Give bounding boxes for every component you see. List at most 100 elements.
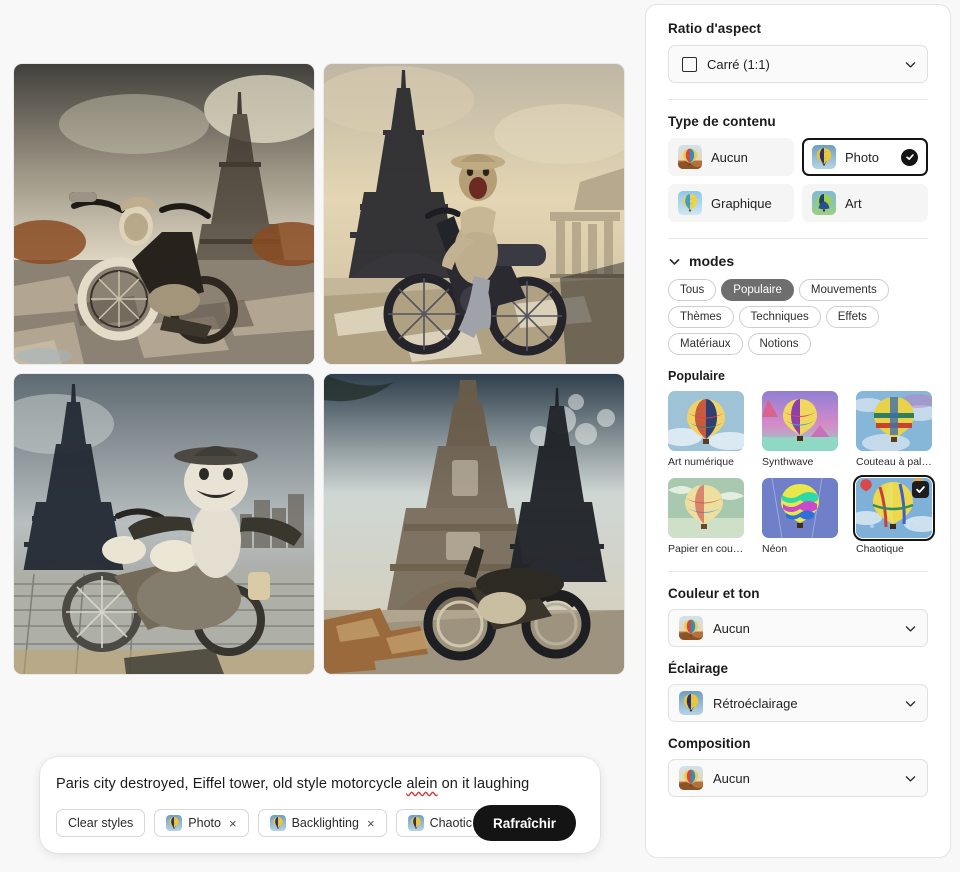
lighting-field: Éclairage Rétroéclairage bbox=[668, 661, 928, 722]
settings-panel: Ratio d'aspect Carré (1:1) Type de conte… bbox=[645, 4, 951, 858]
mode-filter-pills: Tous Populaire Mouvements Thèmes Techniq… bbox=[668, 279, 928, 355]
style-chip-photo[interactable]: Photo × bbox=[154, 809, 249, 837]
mode-pill-techniques[interactable]: Techniques bbox=[738, 306, 821, 328]
style-card-couteau-a-palette[interactable]: Couteau à pale... bbox=[856, 391, 932, 468]
balloon-graphique-icon bbox=[678, 191, 702, 215]
refresh-button[interactable]: Rafraîchir bbox=[472, 805, 576, 841]
balloon-photo-icon bbox=[812, 145, 836, 169]
prompt-bar: Paris city destroyed, Eiffel tower, old … bbox=[40, 757, 600, 853]
style-card-synthwave[interactable]: Synthwave bbox=[762, 391, 838, 468]
color-tone-value: Aucun bbox=[713, 620, 750, 636]
style-label: Chaotique bbox=[856, 543, 904, 555]
clear-styles-label: Clear styles bbox=[68, 816, 134, 830]
content-type-art[interactable]: Art bbox=[802, 184, 928, 222]
aspect-ratio-value: Carré (1:1) bbox=[707, 56, 770, 72]
close-icon[interactable]: × bbox=[367, 817, 375, 830]
divider bbox=[668, 571, 928, 572]
style-chip-label: Photo bbox=[188, 816, 221, 830]
style-label: Synthwave bbox=[762, 456, 814, 468]
lighting-value: Rétroéclairage bbox=[713, 695, 798, 711]
aspect-ratio-dropdown[interactable]: Carré (1:1) bbox=[668, 45, 928, 83]
mode-pill-effets[interactable]: Effets bbox=[825, 306, 879, 328]
generated-image-4[interactable] bbox=[324, 374, 624, 674]
style-chip-backlighting[interactable]: Backlighting × bbox=[257, 809, 387, 837]
style-label: Couteau à pale... bbox=[856, 456, 932, 468]
style-thumbnail bbox=[668, 391, 744, 451]
style-chip-label: Chaotic bbox=[429, 816, 472, 830]
generated-image-grid bbox=[14, 64, 624, 674]
style-thumbnail bbox=[856, 391, 932, 451]
balloon-photo-icon bbox=[270, 815, 286, 831]
balloon-photo-icon bbox=[408, 815, 424, 831]
close-icon[interactable]: × bbox=[229, 817, 237, 830]
prompt-text-after: on it laughing bbox=[437, 776, 530, 792]
check-icon bbox=[912, 481, 929, 498]
chevron-down-icon bbox=[905, 775, 916, 782]
balloon-photo-icon bbox=[166, 815, 182, 831]
color-tone-field: Couleur et ton Aucun bbox=[668, 586, 928, 647]
generated-image-2[interactable] bbox=[324, 64, 624, 364]
style-chip-label: Backlighting bbox=[291, 816, 359, 830]
content-type-aucun[interactable]: Aucun bbox=[668, 138, 794, 176]
mode-pill-themes[interactable]: Thèmes bbox=[668, 306, 734, 328]
style-card-chaotique[interactable]: Chaotique bbox=[853, 475, 935, 555]
balloon-photo-icon bbox=[679, 691, 703, 715]
content-type-photo[interactable]: Photo bbox=[802, 138, 928, 176]
mode-pill-tous[interactable]: Tous bbox=[668, 279, 717, 301]
lighting-dropdown[interactable]: Rétroéclairage bbox=[668, 684, 928, 722]
divider bbox=[668, 238, 928, 239]
color-tone-title: Couleur et ton bbox=[668, 586, 760, 601]
mode-pill-mouvements[interactable]: Mouvements bbox=[798, 279, 889, 301]
content-type-title: Type de contenu bbox=[668, 114, 776, 129]
style-grid: Art numérique Synthwave Couteau à pale..… bbox=[668, 391, 935, 555]
balloon-desert-icon bbox=[678, 145, 702, 169]
composition-dropdown[interactable]: Aucun bbox=[668, 759, 928, 797]
content-type-grid: Aucun Photo Graphique Art bbox=[668, 138, 928, 222]
style-label: Papier en couc... bbox=[668, 543, 744, 555]
style-thumbnail bbox=[762, 391, 838, 451]
content-type-label: Photo bbox=[845, 149, 879, 165]
style-card-papier-en-couches[interactable]: Papier en couc... bbox=[668, 478, 744, 555]
style-thumbnail bbox=[853, 475, 935, 541]
generated-image-3[interactable] bbox=[14, 374, 314, 674]
color-tone-dropdown[interactable]: Aucun bbox=[668, 609, 928, 647]
divider bbox=[668, 99, 928, 100]
results-area: Paris city destroyed, Eiffel tower, old … bbox=[0, 0, 645, 872]
settings-panel-scroll[interactable]: Ratio d'aspect Carré (1:1) Type de conte… bbox=[646, 5, 950, 857]
style-card-neon[interactable]: Néon bbox=[762, 478, 838, 555]
clear-styles-button[interactable]: Clear styles bbox=[56, 809, 146, 837]
mode-pill-notions[interactable]: Notions bbox=[747, 333, 811, 355]
balloon-art-icon bbox=[812, 191, 836, 215]
prompt-text-before: Paris city destroyed, Eiffel tower, old … bbox=[56, 776, 407, 792]
style-group-title: Populaire bbox=[668, 369, 725, 383]
chevron-down-icon bbox=[905, 625, 916, 632]
balloon-desert-icon bbox=[679, 616, 703, 640]
balloon-desert-icon bbox=[679, 766, 703, 790]
prompt-input[interactable]: Paris city destroyed, Eiffel tower, old … bbox=[56, 775, 584, 793]
modes-section-header[interactable]: modes bbox=[668, 253, 928, 269]
composition-title: Composition bbox=[668, 736, 751, 751]
content-type-graphique[interactable]: Graphique bbox=[668, 184, 794, 222]
style-label: Art numérique bbox=[668, 456, 734, 468]
chevron-down-icon bbox=[905, 61, 916, 68]
square-icon bbox=[682, 56, 697, 72]
prompt-misspelled-word: alein bbox=[406, 776, 438, 792]
content-type-label: Art bbox=[845, 195, 862, 211]
content-type-label: Graphique bbox=[711, 195, 772, 211]
style-thumbnail bbox=[762, 478, 838, 538]
style-thumbnail bbox=[668, 478, 744, 538]
content-type-label: Aucun bbox=[711, 149, 748, 165]
style-card-art-numerique[interactable]: Art numérique bbox=[668, 391, 744, 468]
chevron-down-icon bbox=[669, 258, 680, 265]
style-label: Néon bbox=[762, 543, 788, 555]
modes-title: modes bbox=[689, 253, 735, 269]
mode-pill-materiaux[interactable]: Matériaux bbox=[668, 333, 743, 355]
aspect-ratio-title: Ratio d'aspect bbox=[668, 21, 762, 36]
style-chip-row: Clear styles Photo × Backlighting × Chao… bbox=[56, 809, 500, 837]
lighting-title: Éclairage bbox=[668, 661, 729, 676]
check-icon bbox=[901, 148, 918, 166]
chevron-down-icon bbox=[905, 700, 916, 707]
mode-pill-populaire[interactable]: Populaire bbox=[721, 279, 794, 301]
generated-image-1[interactable] bbox=[14, 64, 314, 364]
composition-value: Aucun bbox=[713, 770, 750, 786]
